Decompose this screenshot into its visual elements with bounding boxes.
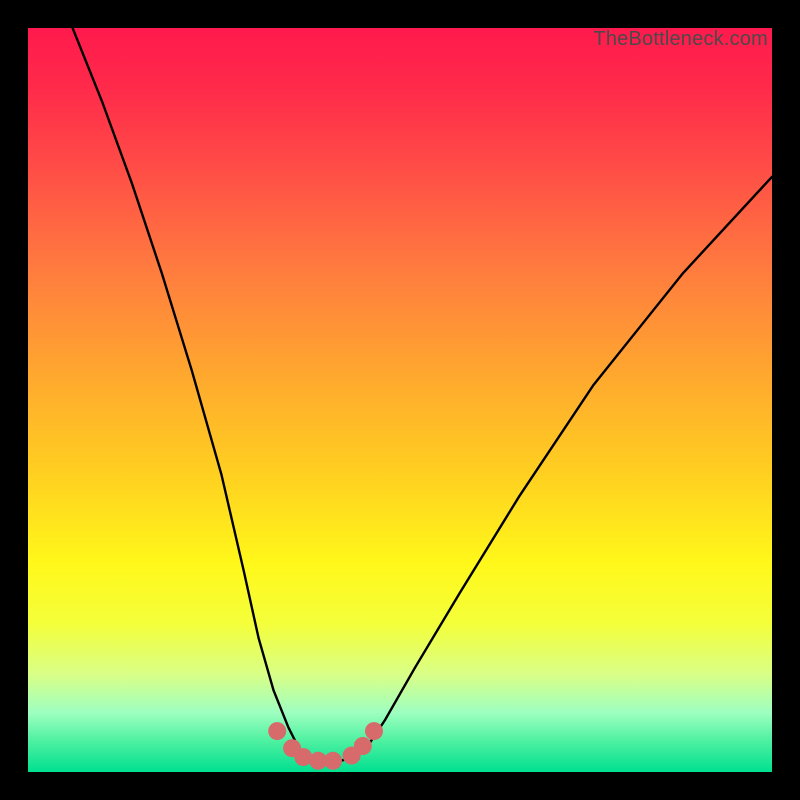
marker-dot bbox=[324, 752, 342, 770]
watermark: TheBottleneck.com bbox=[593, 28, 768, 51]
bottom-markers bbox=[268, 722, 383, 770]
plot-area bbox=[28, 28, 772, 772]
bottleneck-curve bbox=[73, 28, 772, 761]
marker-dot bbox=[354, 737, 372, 755]
marker-dot bbox=[268, 722, 286, 740]
chart-svg bbox=[28, 28, 772, 772]
marker-dot bbox=[365, 722, 383, 740]
chart-frame: TheBottleneck.com bbox=[0, 0, 800, 800]
